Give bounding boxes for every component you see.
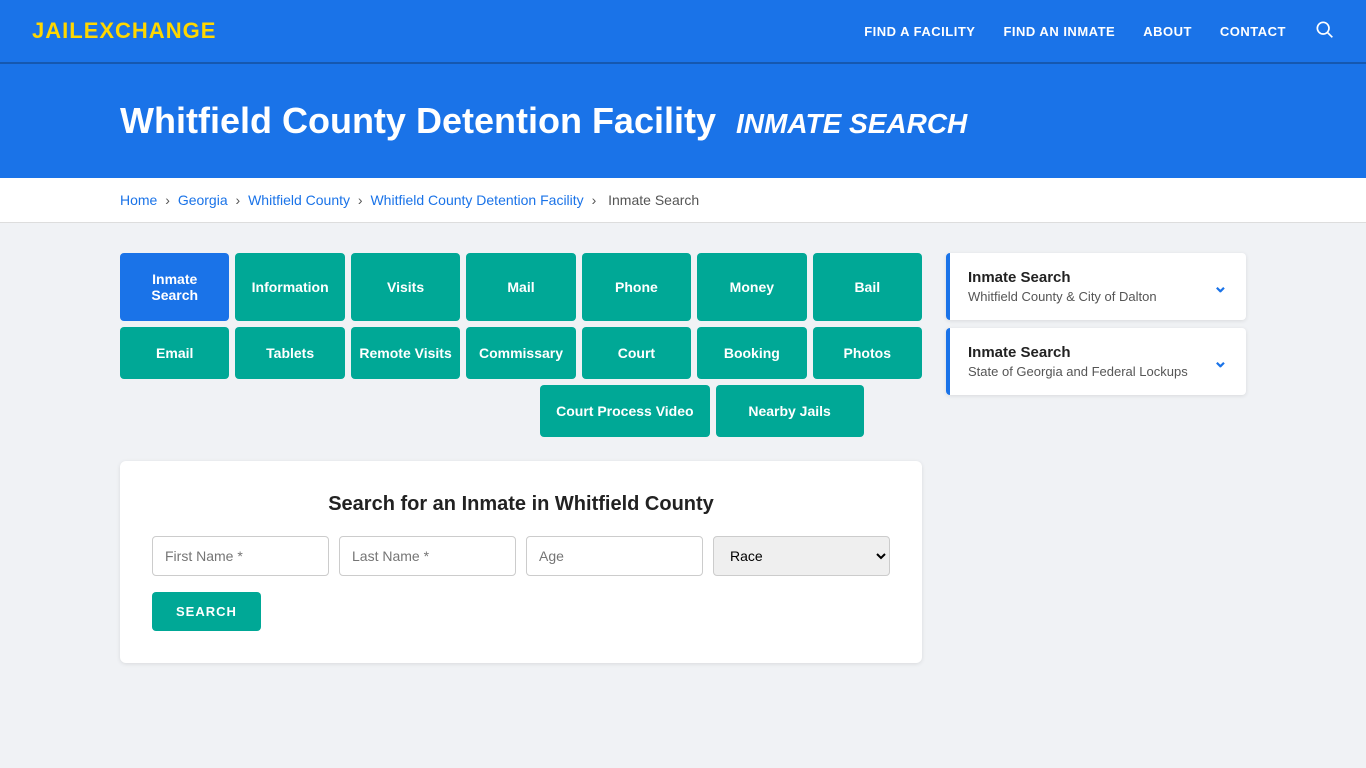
- tab-phone[interactable]: Phone: [582, 253, 691, 321]
- main-content: Inmate Search Information Visits Mail Ph…: [0, 223, 1366, 693]
- sidebar-card-whitfield: Inmate Search Whitfield County & City of…: [946, 253, 1246, 320]
- logo-exchange: EXCHANGE: [84, 18, 217, 43]
- hero-section: Whitfield County Detention Facility INMA…: [0, 64, 1366, 178]
- tab-information[interactable]: Information: [235, 253, 344, 321]
- chevron-down-icon: ⌄: [1213, 276, 1228, 297]
- race-select[interactable]: Race White Black Hispanic Asian Other: [713, 536, 890, 576]
- breadcrumb-sep-3: ›: [592, 192, 601, 208]
- last-name-input[interactable]: [339, 536, 516, 576]
- hero-title: Whitfield County Detention Facility: [120, 100, 716, 141]
- tab-money[interactable]: Money: [697, 253, 806, 321]
- sidebar-card-whitfield-header[interactable]: Inmate Search Whitfield County & City of…: [946, 253, 1246, 320]
- tab-remote-visits[interactable]: Remote Visits: [351, 327, 460, 379]
- tab-row-2: Email Tablets Remote Visits Commissary C…: [120, 327, 922, 379]
- tab-row-3: Court Process Video Nearby Jails: [120, 385, 922, 437]
- tab-commissary[interactable]: Commissary: [466, 327, 575, 379]
- breadcrumb-sep-0: ›: [165, 192, 174, 208]
- breadcrumb-sep-2: ›: [358, 192, 367, 208]
- breadcrumb: Home › Georgia › Whitfield County › Whit…: [0, 178, 1366, 223]
- first-name-input[interactable]: [152, 536, 329, 576]
- sidebar-whitfield-subtitle: Whitfield County & City of Dalton: [968, 289, 1157, 304]
- breadcrumb-georgia[interactable]: Georgia: [178, 192, 228, 208]
- tab-row-1: Inmate Search Information Visits Mail Ph…: [120, 253, 922, 321]
- navbar: JAILEXCHANGE FIND A FACILITY FIND AN INM…: [0, 0, 1366, 64]
- tab-nearby-jails[interactable]: Nearby Jails: [716, 385, 864, 437]
- nav-find-facility[interactable]: FIND A FACILITY: [864, 24, 975, 39]
- breadcrumb-facility[interactable]: Whitfield County Detention Facility: [370, 192, 583, 208]
- tab-bail[interactable]: Bail: [813, 253, 922, 321]
- search-icon[interactable]: [1314, 19, 1334, 44]
- search-title: Search for an Inmate in Whitfield County: [152, 493, 890, 516]
- tab-visits[interactable]: Visits: [351, 253, 460, 321]
- search-form: Search for an Inmate in Whitfield County…: [120, 461, 922, 663]
- nav-contact[interactable]: CONTACT: [1220, 24, 1286, 39]
- nav-about[interactable]: ABOUT: [1143, 24, 1192, 39]
- tab-inmate-search[interactable]: Inmate Search: [120, 253, 229, 321]
- breadcrumb-current: Inmate Search: [608, 192, 699, 208]
- sidebar-card-georgia-header[interactable]: Inmate Search State of Georgia and Feder…: [946, 328, 1246, 395]
- tab-photos[interactable]: Photos: [813, 327, 922, 379]
- tab-booking[interactable]: Booking: [697, 327, 806, 379]
- hero-subtitle: INMATE SEARCH: [736, 108, 967, 139]
- sidebar-card-georgia: Inmate Search State of Georgia and Feder…: [946, 328, 1246, 395]
- tab-email[interactable]: Email: [120, 327, 229, 379]
- tab-tablets[interactable]: Tablets: [235, 327, 344, 379]
- search-button[interactable]: SEARCH: [152, 592, 261, 631]
- breadcrumb-sep-1: ›: [236, 192, 245, 208]
- tab-court-process-video[interactable]: Court Process Video: [540, 385, 709, 437]
- nav-find-inmate[interactable]: FIND AN INMATE: [1003, 24, 1115, 39]
- search-fields: Race White Black Hispanic Asian Other: [152, 536, 890, 576]
- tab-court[interactable]: Court: [582, 327, 691, 379]
- sidebar-georgia-title: Inmate Search: [968, 344, 1188, 361]
- age-input[interactable]: [526, 536, 703, 576]
- logo-jail: JAIL: [32, 18, 84, 43]
- site-logo[interactable]: JAILEXCHANGE: [32, 18, 216, 44]
- breadcrumb-whitfield-county[interactable]: Whitfield County: [248, 192, 350, 208]
- left-column: Inmate Search Information Visits Mail Ph…: [120, 253, 922, 663]
- sidebar-whitfield-title: Inmate Search: [968, 269, 1157, 286]
- tab-mail[interactable]: Mail: [466, 253, 575, 321]
- breadcrumb-home[interactable]: Home: [120, 192, 157, 208]
- nav-links: FIND A FACILITY FIND AN INMATE ABOUT CON…: [864, 19, 1334, 44]
- right-sidebar: Inmate Search Whitfield County & City of…: [946, 253, 1246, 663]
- sidebar-georgia-subtitle: State of Georgia and Federal Lockups: [968, 364, 1188, 379]
- chevron-down-icon-2: ⌄: [1213, 351, 1228, 372]
